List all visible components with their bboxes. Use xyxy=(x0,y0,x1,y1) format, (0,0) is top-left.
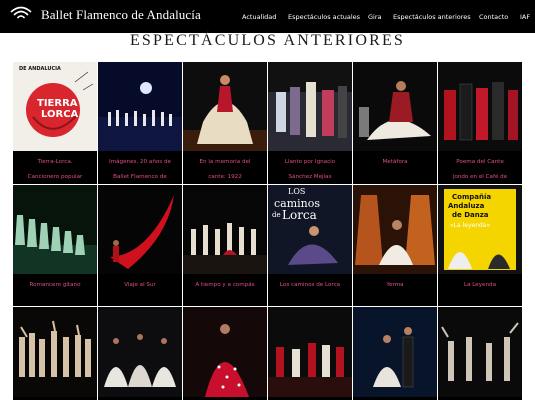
show-card-metafora[interactable]: Metáfora xyxy=(353,62,437,184)
show-card-row3-1[interactable] xyxy=(13,307,97,400)
dancers-white-skirts-photo-icon[interactable] xyxy=(98,307,182,397)
show-card-a-tiempo[interactable]: A tiempo y a compás xyxy=(183,185,267,306)
show-card-llanto[interactable]: Llanto por Ignacio Sánchez Mejías xyxy=(268,62,352,184)
show-card-viaje-al-sur[interactable]: Viaje al Sur xyxy=(98,185,182,306)
show-caption[interactable]: En la memoria del cante: 1922 xyxy=(185,155,265,184)
nav-item-actualidad[interactable]: Actualidad xyxy=(242,13,276,21)
show-caption[interactable]: Yerma xyxy=(355,278,435,293)
poster-text-andaluza: Andaluza xyxy=(448,202,485,210)
green-stage-line-photo-icon[interactable] xyxy=(13,185,97,274)
show-card-tierra-lorca[interactable]: DE ANDALUCIA TIERRA LORCA Tierra-Lorca. … xyxy=(13,62,97,184)
dancer-fringed-shawl-photo-icon[interactable] xyxy=(183,62,267,151)
show-card-poema[interactable]: Poema del Cante jondo en el Café de xyxy=(438,62,522,184)
show-card-row3-6[interactable] xyxy=(438,307,522,400)
poster-text-tierra: TIERRA xyxy=(37,98,78,109)
poster-text-de: de xyxy=(272,211,281,219)
show-caption[interactable]: La Leyenda xyxy=(440,278,520,293)
show-card-la-leyenda[interactable]: Compañía Andaluza de Danza «La leyenda» … xyxy=(438,185,522,306)
poster-text-lorca: Lorca xyxy=(282,208,317,222)
show-caption[interactable]: A tiempo y a compás xyxy=(185,278,265,293)
show-caption[interactable]: Metáfora xyxy=(355,155,435,170)
show-card-row3-2[interactable] xyxy=(98,307,182,400)
la-leyenda-poster-icon[interactable]: Compañía Andaluza de Danza «La leyenda» xyxy=(438,185,522,274)
poster-text-la-leyenda: «La leyenda» xyxy=(450,222,490,229)
group-on-stage-photo-icon[interactable] xyxy=(268,62,352,151)
poster-text-lorca: LORCA xyxy=(41,109,79,120)
show-card-yerma[interactable]: Yerma xyxy=(353,185,437,306)
nav-item-contacto[interactable]: Contacto xyxy=(479,13,508,21)
show-card-row3-5[interactable] xyxy=(353,307,437,400)
nav-item-iaf[interactable]: IAF xyxy=(520,13,530,21)
dancers-row-photo-icon[interactable] xyxy=(183,185,267,274)
show-card-row3-4[interactable] xyxy=(268,307,352,400)
wifi-arcs-logo-icon[interactable] xyxy=(10,6,32,20)
ensemble-pose-photo-icon[interactable] xyxy=(13,307,97,397)
dancers-red-shawls-photo-icon[interactable] xyxy=(438,62,522,151)
poster-text-los: LOS xyxy=(288,187,305,196)
site-brand-link[interactable]: Ballet Flamenco de Andalucía xyxy=(41,7,201,23)
poster-text-compania: Compañía xyxy=(452,193,491,201)
top-navigation-bar: Ballet Flamenco de Andalucía Actualidad … xyxy=(0,0,535,33)
yerma-scene-photo-icon[interactable] xyxy=(353,185,437,274)
dancer-red-polka-photo-icon[interactable] xyxy=(183,307,267,397)
nav-item-espectaculos-anteriores[interactable]: Espectáculos anteriores xyxy=(393,13,471,21)
tierra-lorca-poster-icon[interactable]: DE ANDALUCIA TIERRA LORCA xyxy=(13,62,97,151)
red-fabric-dancer-photo-icon[interactable] xyxy=(98,185,182,274)
show-caption[interactable]: Los caminos de Lorca xyxy=(270,278,350,293)
show-caption[interactable]: Imágenes. 20 años de Ballet Flamenco de xyxy=(100,155,180,184)
couple-dance-photo-icon[interactable] xyxy=(353,307,437,397)
show-card-en-la-memoria[interactable]: En la memoria del cante: 1922 xyxy=(183,62,267,184)
show-caption[interactable]: Tierra-Lorca. Cancionero popular xyxy=(15,155,95,184)
show-card-row3-3[interactable] xyxy=(183,307,267,400)
show-card-los-caminos[interactable]: LOS caminos de Lorca Los caminos de Lorc… xyxy=(268,185,352,306)
poster-text-de-danza: de Danza xyxy=(452,211,489,219)
show-caption[interactable]: Poema del Cante jondo en el Café de xyxy=(440,155,520,184)
show-card-romancero[interactable]: Romancero gitano xyxy=(13,185,97,306)
show-caption[interactable]: Llanto por Ignacio Sánchez Mejías xyxy=(270,155,350,184)
los-caminos-poster-icon[interactable]: LOS caminos de Lorca xyxy=(268,185,352,274)
nav-item-gira[interactable]: Gira xyxy=(368,13,382,21)
stage-moon-photo-icon[interactable] xyxy=(98,62,182,151)
poster-text-top: DE ANDALUCIA xyxy=(19,66,61,72)
dancer-white-dress-photo-icon[interactable] xyxy=(353,62,437,151)
group-red-stage-photo-icon[interactable] xyxy=(268,307,352,397)
dancers-dark-stage-photo-icon[interactable] xyxy=(438,307,522,397)
nav-item-espectaculos-actuales[interactable]: Espectáculos actuales xyxy=(288,13,360,21)
show-card-imagenes[interactable]: Imágenes. 20 años de Ballet Flamenco de xyxy=(98,62,182,184)
page-title: ESPECTÁCULOS ANTERIORES xyxy=(129,32,406,49)
show-caption[interactable]: Romancero gitano xyxy=(15,278,95,293)
show-caption[interactable]: Viaje al Sur xyxy=(100,278,180,293)
